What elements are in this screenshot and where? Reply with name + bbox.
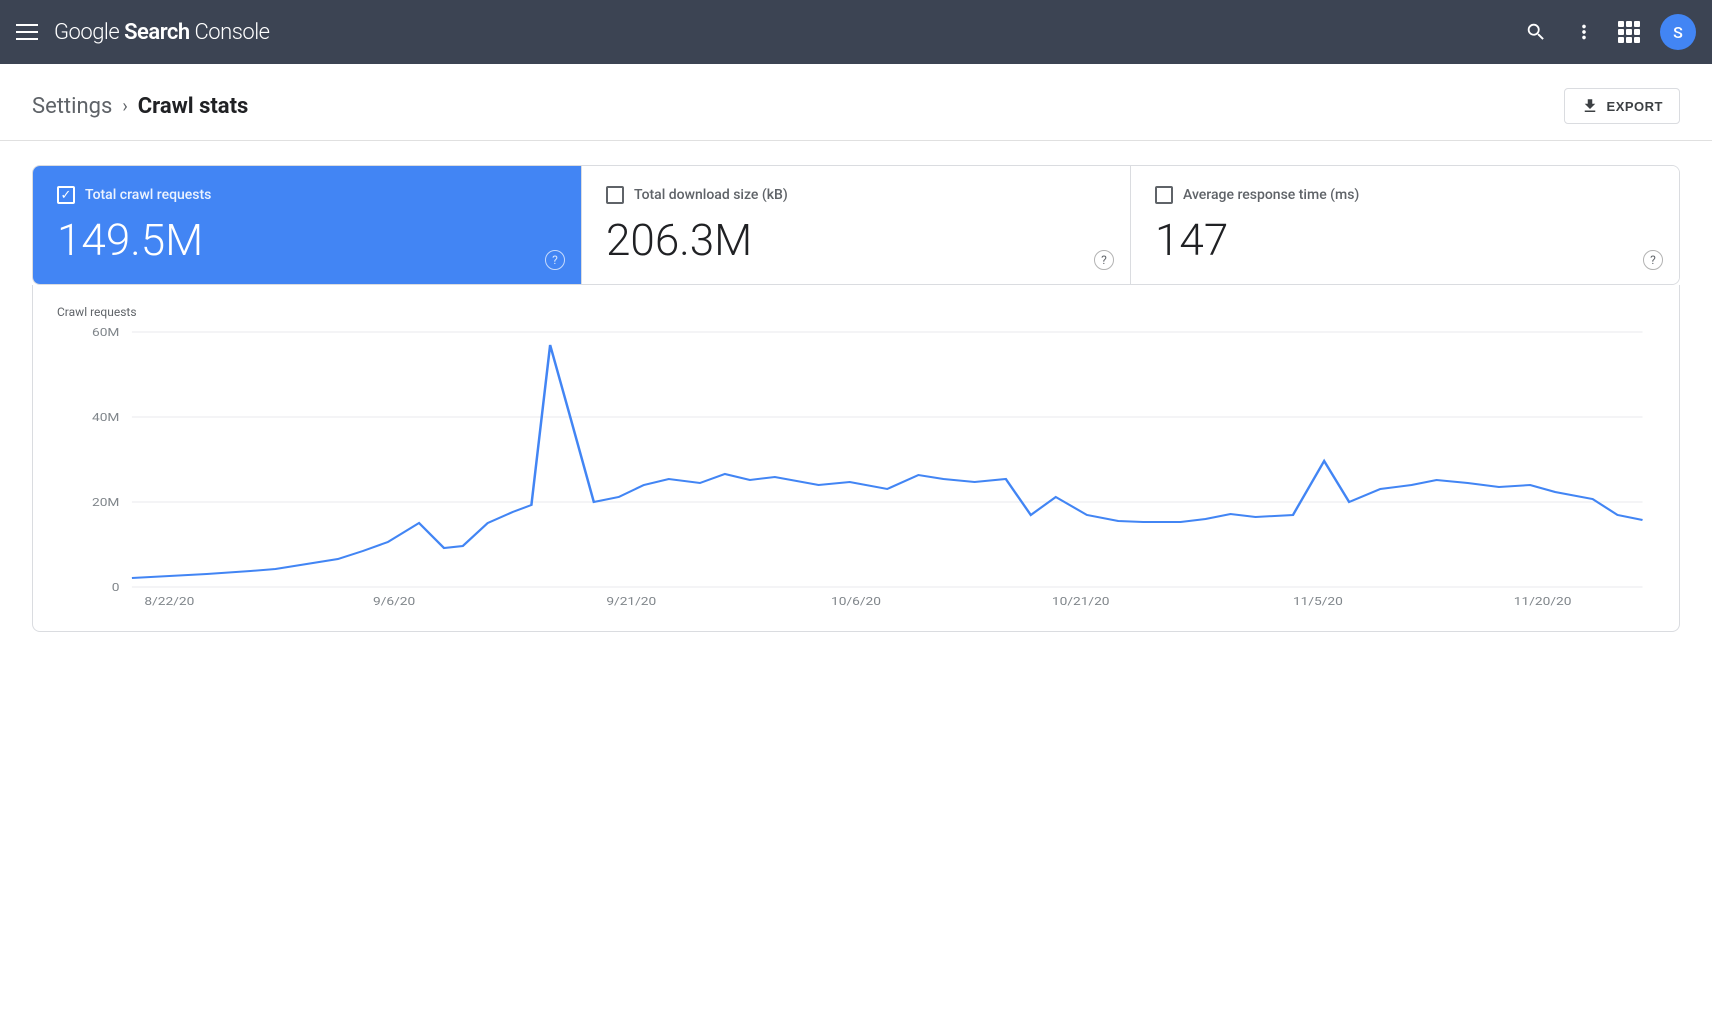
apps-grid-icon[interactable]	[1618, 21, 1640, 43]
chart-container: Crawl requests 60M 40M 20M 0 8/22/20 9/	[32, 285, 1680, 632]
hamburger-menu-icon[interactable]	[16, 24, 38, 40]
metric-card-response-time[interactable]: Average response time (ms) 147 ?	[1131, 166, 1679, 284]
download-icon	[1581, 97, 1599, 115]
metric-card-download-size[interactable]: Total download size (kB) 206.3M ?	[582, 166, 1131, 284]
y-label-20m: 20M	[92, 497, 119, 510]
x-label-11-20: 11/20/20	[1514, 596, 1572, 608]
metric-card-crawl-requests[interactable]: ✓ Total crawl requests 149.5M ?	[33, 166, 582, 284]
checkmark-icon: ✓	[61, 189, 72, 202]
metric-help-crawl[interactable]: ?	[545, 250, 565, 270]
title-google: Google	[54, 20, 124, 45]
metric-label-response: Average response time (ms)	[1183, 187, 1359, 203]
export-label: EXPORT	[1607, 99, 1663, 114]
user-avatar[interactable]: S	[1660, 14, 1696, 50]
header-right: S	[1522, 14, 1696, 50]
metric-value-crawl: 149.5M	[57, 216, 557, 264]
x-label-11-5: 11/5/20	[1293, 596, 1343, 608]
metric-value-download: 206.3M	[606, 216, 1106, 264]
chart-y-label: Crawl requests	[57, 305, 1655, 319]
y-label-40m: 40M	[92, 412, 119, 425]
metric-cards: ✓ Total crawl requests 149.5M ? Total do…	[32, 165, 1680, 285]
breadcrumb-separator: ›	[122, 96, 127, 117]
breadcrumb-settings[interactable]: Settings	[32, 94, 112, 119]
metric-help-download[interactable]: ?	[1094, 250, 1114, 270]
x-label-9-21: 9/21/20	[606, 596, 656, 608]
metric-checkbox-response[interactable]	[1155, 186, 1173, 204]
chart-wrapper: 60M 40M 20M 0 8/22/20 9/6/20 9/21/20 10/…	[57, 327, 1655, 607]
search-icon[interactable]	[1522, 18, 1550, 46]
metric-checkbox-crawl[interactable]: ✓	[57, 186, 75, 204]
y-label-0: 0	[112, 582, 120, 595]
breadcrumb: Settings › Crawl stats	[32, 94, 248, 119]
breadcrumb-bar: Settings › Crawl stats EXPORT	[0, 64, 1712, 141]
app-header: Google Search Console S	[0, 0, 1712, 64]
metric-header-crawl: ✓ Total crawl requests	[57, 186, 557, 204]
title-search: Search	[124, 20, 190, 45]
metric-header-response: Average response time (ms)	[1155, 186, 1655, 204]
breadcrumb-current: Crawl stats	[138, 94, 249, 119]
title-console: Console	[190, 20, 270, 45]
y-label-60m: 60M	[92, 327, 119, 340]
metric-checkbox-download[interactable]	[606, 186, 624, 204]
x-label-10-21: 10/21/20	[1052, 596, 1110, 608]
header-left: Google Search Console	[16, 20, 1506, 45]
app-title: Google Search Console	[54, 20, 270, 45]
x-label-8-22: 8/22/20	[144, 596, 194, 608]
chart-polyline	[132, 345, 1643, 578]
x-label-9-6: 9/6/20	[373, 596, 415, 608]
metric-label-crawl: Total crawl requests	[85, 187, 211, 203]
metric-help-response[interactable]: ?	[1643, 250, 1663, 270]
export-button[interactable]: EXPORT	[1564, 88, 1680, 124]
main-content: ✓ Total crawl requests 149.5M ? Total do…	[0, 141, 1712, 656]
metric-label-download: Total download size (kB)	[634, 187, 788, 203]
chart-svg: 60M 40M 20M 0 8/22/20 9/6/20 9/21/20 10/…	[57, 327, 1655, 607]
x-label-10-6: 10/6/20	[831, 596, 881, 608]
metric-value-response: 147	[1155, 216, 1655, 264]
metric-header-download: Total download size (kB)	[606, 186, 1106, 204]
more-options-icon[interactable]	[1570, 18, 1598, 46]
